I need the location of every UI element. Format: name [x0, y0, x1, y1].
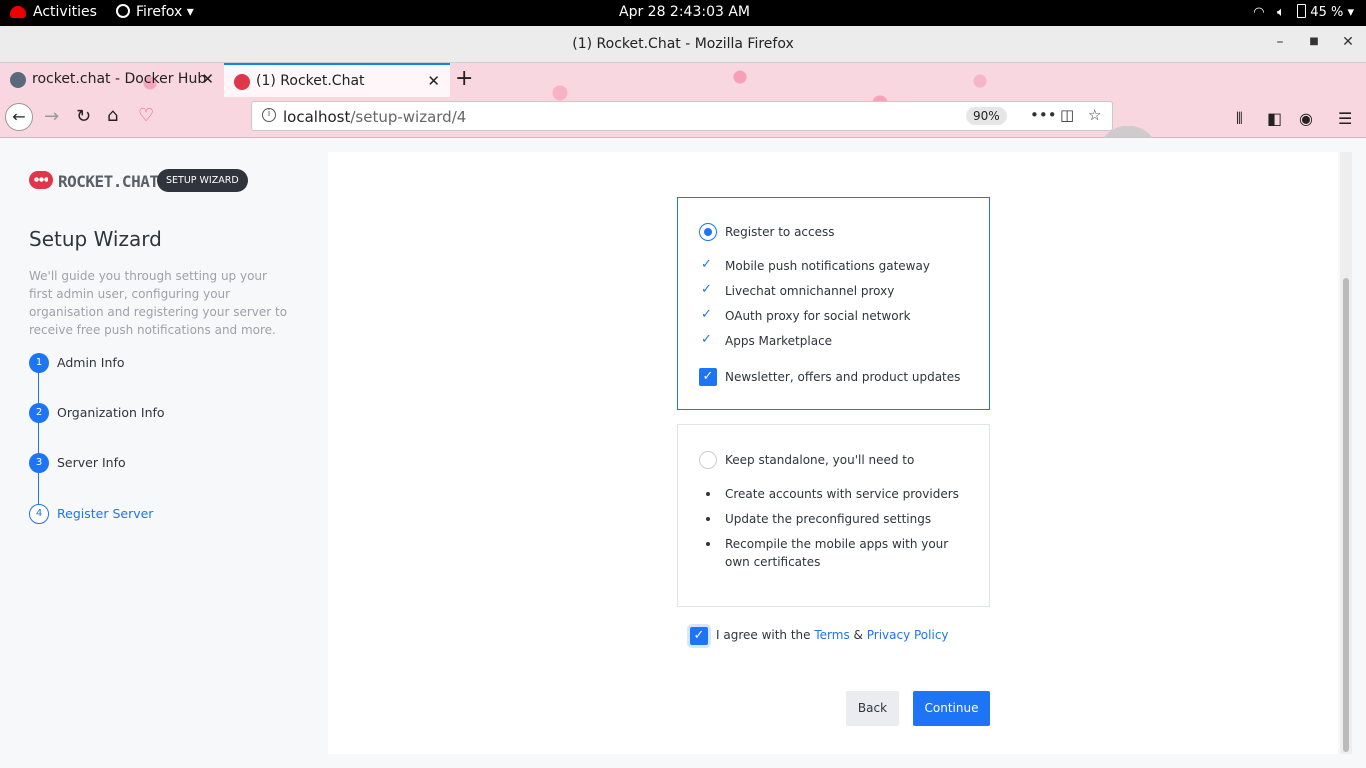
- newsletter-checkbox[interactable]: ✓: [699, 368, 717, 386]
- tab-rocket-chat[interactable]: (1) Rocket.Chat ✕: [224, 63, 450, 97]
- logo-wordmark: ROCKET.CHAT: [58, 172, 159, 191]
- close-tab-icon[interactable]: ✕: [201, 70, 214, 88]
- step-number: 1: [29, 353, 49, 373]
- browser-toolbar: rocket.chat - Docker Hub ✕ (1) Rocket.Ch…: [0, 63, 1366, 201]
- bookmark-star-icon[interactable]: ☆: [1088, 106, 1101, 124]
- standalone-option-label: Keep standalone, you'll need to: [725, 453, 915, 467]
- close-tab-icon[interactable]: ✕: [427, 72, 440, 90]
- step-number: 2: [29, 403, 49, 423]
- wizard-description: We'll guide you through setting up your …: [29, 269, 288, 337]
- step-label: Admin Info: [57, 355, 125, 370]
- minimize-button[interactable]: –: [1270, 34, 1290, 50]
- step-number: 3: [29, 453, 49, 473]
- step-label: Register Server: [57, 506, 154, 521]
- bullet-icon: [706, 542, 710, 546]
- reload-icon[interactable]: ↻: [76, 106, 91, 127]
- activities-button[interactable]: Activities: [33, 4, 97, 20]
- terms-link[interactable]: Terms: [814, 628, 849, 642]
- standalone-radio[interactable]: [699, 451, 717, 469]
- check-icon: ✓: [701, 332, 712, 347]
- steps-connector: [38, 364, 39, 512]
- page-scrollbar[interactable]: [1340, 152, 1352, 754]
- wifi-icon: ◠: [1253, 5, 1265, 20]
- url-bar[interactable]: i localhost/setup-wizard/4 90% ••• ◫ ☆: [251, 101, 1113, 131]
- pocket-icon[interactable]: ◫: [1060, 106, 1074, 124]
- window-title: (1) Rocket.Chat - Mozilla Firefox: [572, 36, 794, 52]
- chevron-down-icon: ▾: [1347, 5, 1354, 20]
- firefox-icon: [116, 4, 130, 18]
- scrollbar-thumb[interactable]: [1343, 278, 1349, 752]
- wizard-main-panel: Register to access ✓ Mobile push notific…: [328, 152, 1338, 754]
- continue-button[interactable]: Continue: [913, 691, 990, 726]
- tab-label: (1) Rocket.Chat: [256, 73, 365, 89]
- step-label: Organization Info: [57, 405, 165, 420]
- standalone-item-label: Update the preconfigured settings: [725, 512, 932, 526]
- feature-label: Mobile push notifications gateway: [725, 259, 930, 273]
- rocketchat-favicon-icon: [234, 74, 250, 90]
- firefox-app-label: Firefox ▾: [136, 4, 194, 20]
- clock[interactable]: Apr 28 2:43:03 AM: [619, 4, 750, 20]
- redhat-logo-icon: [10, 6, 26, 18]
- account-icon[interactable]: ◉: [1299, 109, 1313, 128]
- zoom-level-badge[interactable]: 90%: [966, 107, 1007, 125]
- back-button[interactable]: Back: [846, 691, 899, 726]
- close-window-button[interactable]: ✕: [1338, 34, 1358, 50]
- system-top-bar: Activities Firefox ▾ Apr 28 2:43:03 AM ◠…: [0, 0, 1366, 26]
- standalone-option-card[interactable]: Keep standalone, you'll need to Create a…: [677, 424, 990, 607]
- register-radio[interactable]: [699, 223, 717, 241]
- site-info-icon[interactable]: i: [262, 108, 276, 122]
- page-actions-icon[interactable]: •••: [1030, 106, 1057, 124]
- tab-label: rocket.chat - Docker Hub: [32, 71, 207, 87]
- privacy-policy-link[interactable]: Privacy Policy: [867, 628, 949, 642]
- url-host: localhost: [283, 108, 351, 126]
- forward-arrow-icon[interactable]: →: [44, 106, 59, 127]
- standalone-item-label: Recompile the mobile apps with your own …: [725, 537, 949, 569]
- step-label: Server Info: [57, 455, 126, 470]
- back-arrow-icon[interactable]: ←: [5, 103, 33, 131]
- tab-docker-hub[interactable]: rocket.chat - Docker Hub ✕: [0, 63, 224, 97]
- agree-prefix: I agree with the: [716, 628, 811, 642]
- volume-icon: 🔈︎: [1276, 5, 1285, 20]
- window-titlebar: (1) Rocket.Chat - Mozilla Firefox – ■ ✕: [0, 26, 1366, 63]
- feature-label: Apps Marketplace: [725, 334, 833, 348]
- register-option-label: Register to access: [725, 225, 835, 239]
- heart-theme-icon: ♡: [138, 105, 155, 126]
- home-icon[interactable]: ⌂: [107, 105, 118, 126]
- setup-wizard-badge: SETUP WIZARD: [157, 169, 248, 192]
- feature-label: Livechat omnichannel proxy: [725, 284, 895, 298]
- feature-label: OAuth proxy for social network: [725, 309, 911, 323]
- url-text: localhost/setup-wizard/4: [283, 108, 466, 126]
- setup-sidebar: ROCKET.CHAT SETUP WIZARD Setup Wizard We…: [0, 138, 328, 768]
- standalone-item-label: Create accounts with service providers: [725, 487, 959, 501]
- step-number: 4: [29, 504, 49, 524]
- firefox-app-menu[interactable]: Firefox ▾: [116, 4, 194, 20]
- url-path: /setup-wizard/4: [350, 108, 467, 126]
- register-option-card[interactable]: Register to access ✓ Mobile push notific…: [677, 197, 990, 410]
- agree-checkbox[interactable]: ✓: [690, 627, 708, 645]
- sidebar-toggle-icon[interactable]: ◧: [1267, 109, 1282, 128]
- check-icon: ✓: [701, 257, 712, 272]
- bullet-icon: [706, 492, 710, 496]
- newsletter-label: Newsletter, offers and product updates: [725, 370, 961, 384]
- check-icon: ✓: [701, 307, 712, 322]
- agree-text: I agree with the Terms & Privacy Policy: [716, 628, 949, 642]
- docker-favicon-icon: [10, 72, 26, 88]
- agree-ampersand: &: [853, 628, 863, 642]
- system-status-area[interactable]: ◠ 🔈︎ 45 % ▾: [1253, 4, 1354, 20]
- bullet-icon: [706, 517, 710, 521]
- page-title: Setup Wizard: [29, 227, 162, 251]
- battery-icon: [1297, 4, 1307, 18]
- hamburger-menu-icon[interactable]: ☰: [1338, 109, 1352, 128]
- battery-percent: 45 %: [1310, 5, 1344, 20]
- rocketchat-logo-icon: [29, 171, 53, 189]
- maximize-button[interactable]: ■: [1304, 36, 1324, 47]
- page-content: ROCKET.CHAT SETUP WIZARD Setup Wizard We…: [0, 138, 1366, 768]
- check-icon: ✓: [701, 282, 712, 297]
- new-tab-button[interactable]: +: [455, 66, 473, 91]
- library-icon[interactable]: ⫴: [1236, 109, 1243, 129]
